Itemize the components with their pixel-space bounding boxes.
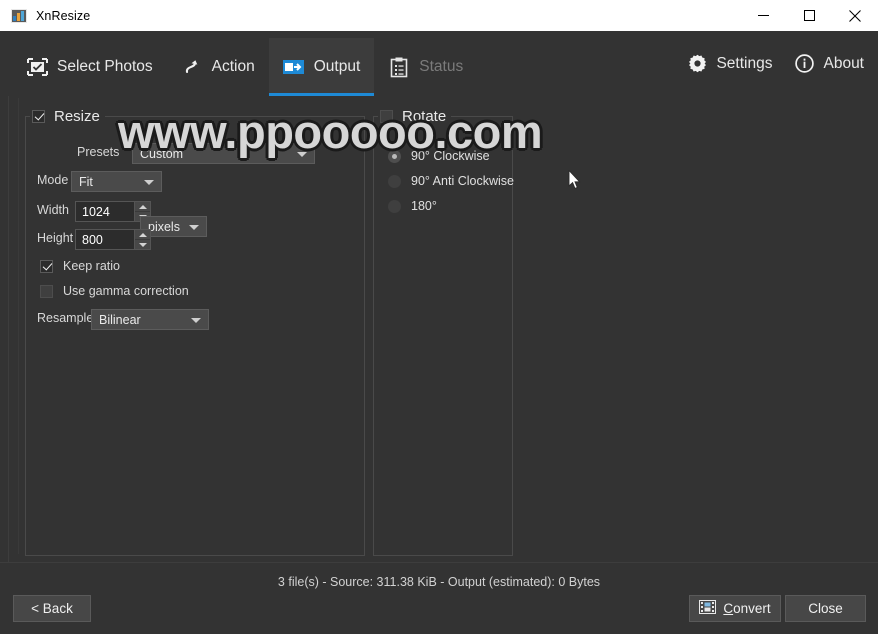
tab-status-label: Status [419,58,464,75]
tab-select-photos[interactable]: Select Photos [12,38,167,96]
use-gamma-row[interactable]: Use gamma correction [40,284,189,298]
app-window: XnResize Select Photos Action Output Sta… [0,0,878,634]
mode-label: Mode [37,173,69,187]
resize-enable-checkbox[interactable] [32,109,45,123]
app-icon [11,8,27,24]
chevron-down-icon [191,317,201,323]
image-convert-icon [699,600,717,617]
maximize-button[interactable] [786,0,832,31]
unit-value: pixels [148,219,180,234]
triangle-down-icon [138,242,147,247]
checked-photo-icon [26,56,48,78]
keep-ratio-checkbox[interactable] [40,259,53,273]
resize-group-title: Resize [54,107,100,125]
toolbar-right-actions: Settings About [687,31,864,96]
resize-group-header[interactable]: Resize [30,106,105,126]
resample-row: Resample [37,311,93,325]
info-icon [794,54,814,74]
close-button-label: Close [808,601,843,616]
rotate-option-90-ccw[interactable]: 90° Anti Clockwise [388,174,514,188]
rotate-arrow-icon [181,56,203,78]
close-button[interactable] [832,0,878,31]
rotate-option-90-ccw-label: 90° Anti Clockwise [411,174,514,188]
width-label: Width [37,203,69,217]
title-bar: XnResize [0,0,878,31]
resample-value: Bilinear [99,312,141,327]
window-title: XnResize [36,8,91,23]
resample-select[interactable]: Bilinear [91,309,209,330]
status-summary: 3 file(s) - Source: 311.38 KiB - Output … [277,575,601,589]
tab-action-label: Action [211,58,255,75]
resample-label: Resample [37,311,94,325]
height-spin-down[interactable] [135,240,150,249]
height-label: Height [37,231,74,245]
triangle-up-icon [138,204,147,209]
tab-action[interactable]: Action [167,38,269,96]
height-spin-up[interactable] [135,230,150,240]
settings-button[interactable]: Settings [687,54,772,74]
mode-select[interactable]: Fit [71,171,162,192]
use-gamma-label: Use gamma correction [63,284,189,298]
keep-ratio-label: Keep ratio [63,259,120,273]
use-gamma-checkbox[interactable] [40,284,53,298]
triangle-up-icon [138,232,147,237]
clipboard-icon [388,56,410,78]
rotate-option-90-cw-label: 90° Clockwise [411,149,490,163]
tab-status[interactable]: Status [374,38,477,96]
output-arrow-icon [283,56,305,78]
output-page-content: Resize Presets Custom Mode Fit Width 102… [0,96,878,562]
rotate-option-180-label: 180° [411,199,437,213]
height-stepper[interactable]: 800 [75,229,151,250]
convert-button-label: Convert [723,601,770,616]
keep-ratio-row[interactable]: Keep ratio [40,259,120,273]
radio-90-anti-clockwise[interactable] [388,174,401,188]
height-row: Height [37,231,73,245]
about-button[interactable]: About [794,54,864,74]
presets-row: Presets [77,145,119,159]
width-input[interactable]: 1024 [76,202,134,221]
back-button[interactable]: < Back [13,595,91,622]
rotate-group-header[interactable]: Rotate [378,106,452,126]
height-spin-buttons[interactable] [134,230,150,249]
close-dialog-button[interactable]: Close [785,595,866,622]
rotate-groupbox: Rotate 90° Clockwise 90° Anti Clockwise … [373,106,514,556]
presets-value: Custom [140,146,184,161]
window-controls [740,0,878,31]
mode-value: Fit [79,174,93,189]
radio-90-clockwise[interactable] [388,149,401,163]
rotate-option-180[interactable]: 180° [388,199,437,213]
mode-row: Mode [37,173,68,187]
toolbar: Select Photos Action Output Status Setti… [0,31,878,96]
height-input[interactable]: 800 [76,230,134,249]
radio-180[interactable] [388,199,401,213]
tab-output-label: Output [313,58,361,75]
width-row: Width [37,203,69,217]
chevron-down-icon [189,224,199,230]
convert-rest: onvert [733,601,771,616]
minimize-button[interactable] [740,0,786,31]
tab-bar: Select Photos Action Output Status [12,31,477,96]
resize-groupbox: Resize Presets Custom Mode Fit Width 102… [25,106,365,556]
rotate-group-title: Rotate [402,107,447,125]
chevron-down-icon [297,151,307,157]
width-spin-up[interactable] [135,202,150,212]
tab-select-photos-label: Select Photos [57,58,153,75]
convert-button[interactable]: Convert [689,595,781,622]
rotate-enable-checkbox[interactable] [380,109,393,123]
convert-mnemonic: C [723,601,734,616]
presets-label: Presets [77,145,120,159]
chevron-down-icon [144,179,154,185]
settings-label: Settings [716,54,773,72]
rotate-option-90-cw[interactable]: 90° Clockwise [388,149,490,163]
gear-icon [687,54,707,74]
about-label: About [823,54,864,72]
presets-select[interactable]: Custom [132,143,315,164]
tab-output[interactable]: Output [268,38,375,96]
back-button-label: < Back [31,601,73,616]
